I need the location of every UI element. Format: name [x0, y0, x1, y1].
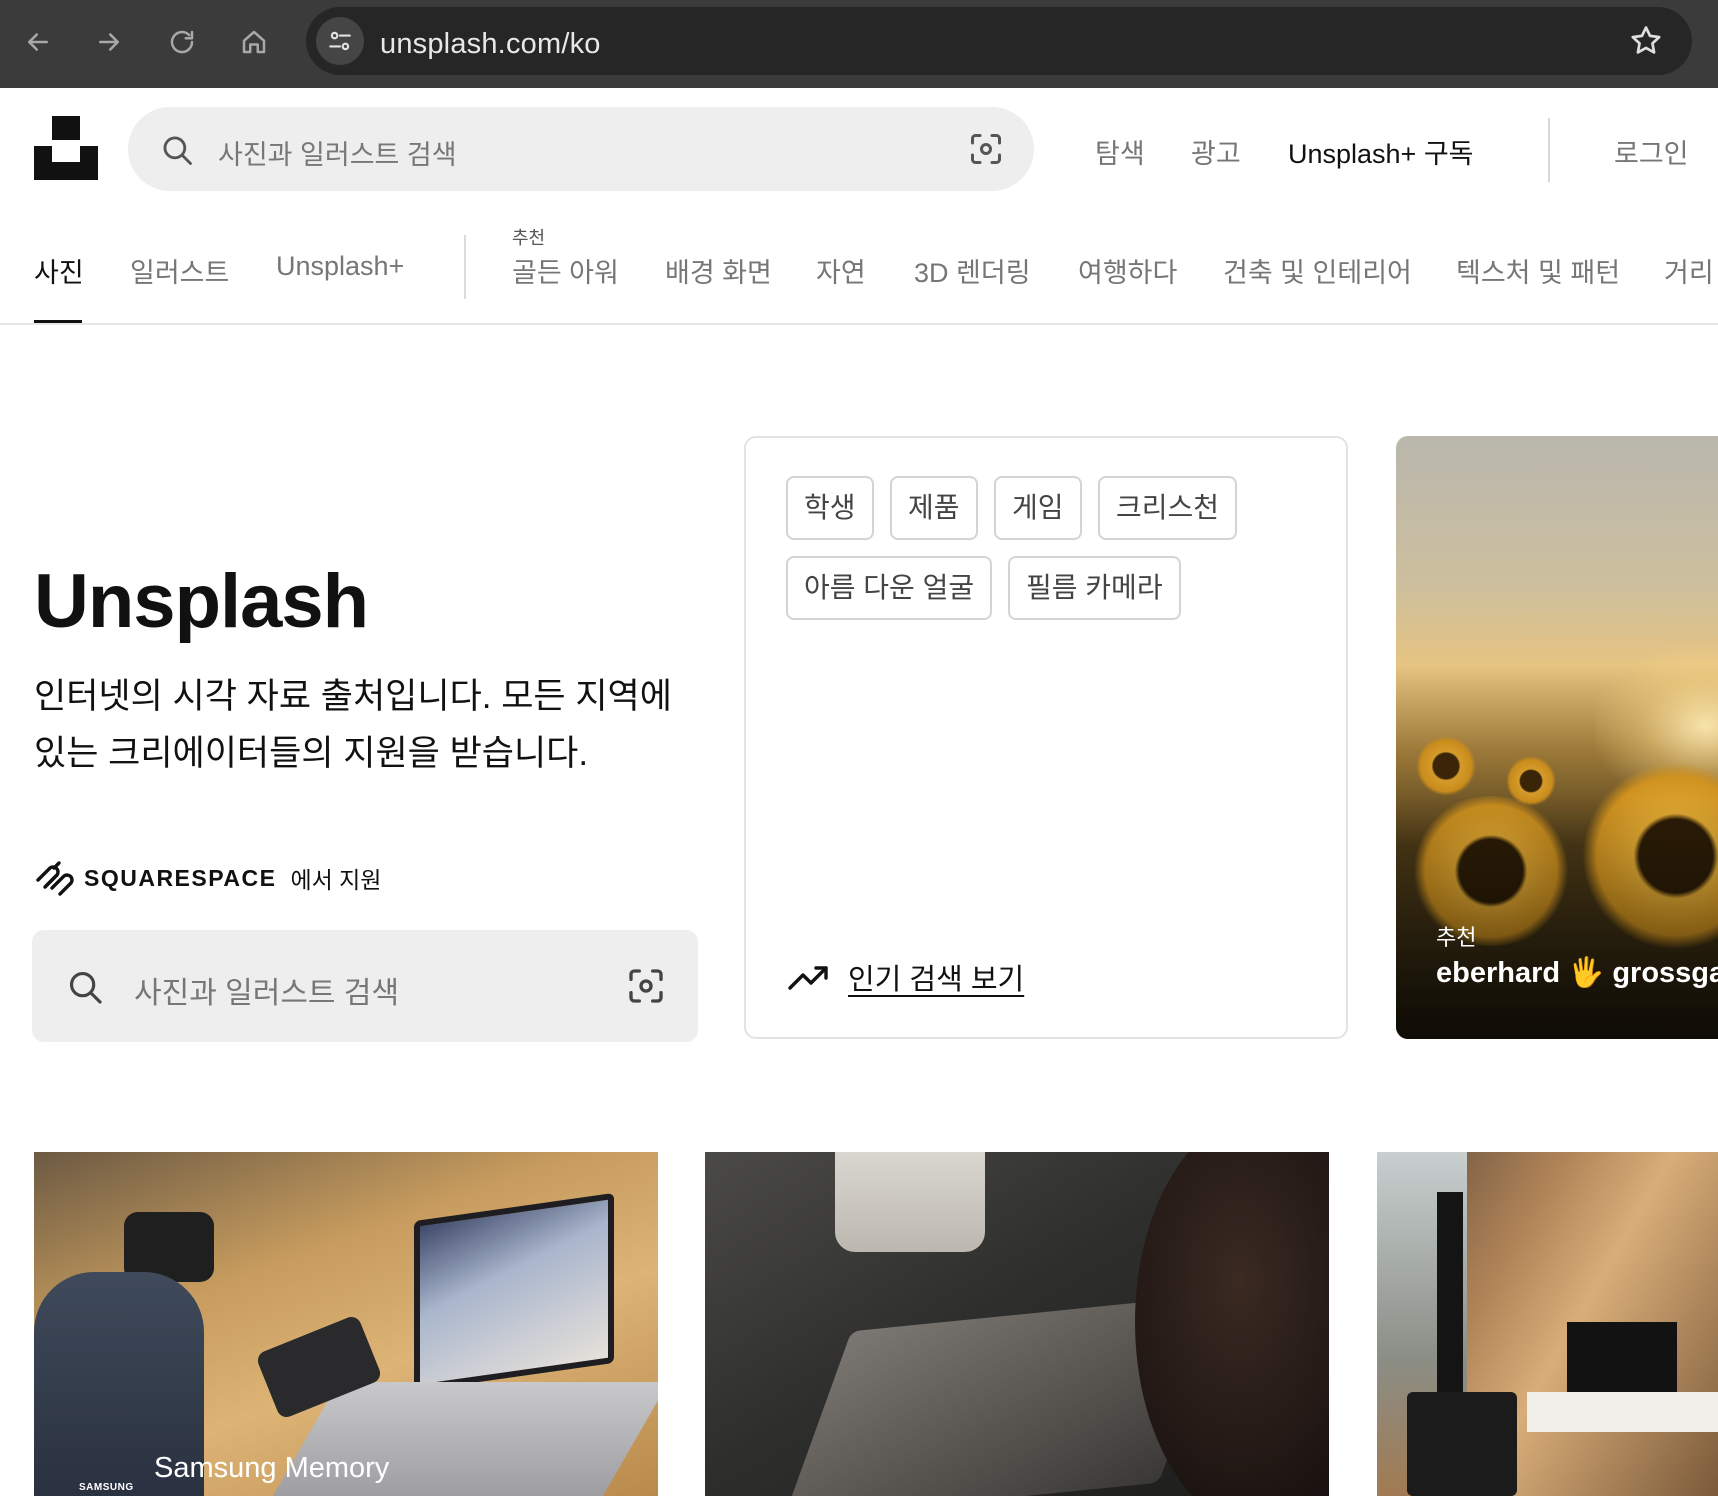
photo-tile[interactable] — [705, 1152, 1329, 1496]
reload-icon — [170, 30, 194, 54]
search-icon[interactable] — [160, 133, 194, 167]
cup-image — [835, 1152, 985, 1252]
tab-topic-street[interactable]: 거리 — [1664, 251, 1714, 290]
tab-topic-golden-hour[interactable]: 골든 아워 — [512, 251, 619, 290]
hero-subtitle: 인터넷의 시각 자료 출처입니다. 모든 지역에 있는 크리에이터들의 지원을 … — [34, 677, 672, 773]
trending-up-icon — [788, 966, 828, 990]
tune-icon — [329, 31, 351, 51]
featured-kicker: 추천 — [1436, 925, 1477, 950]
photo-tile[interactable] — [1377, 1152, 1718, 1496]
trending-searches-card: 학생 제품 게임 크리스천 아름 다운 얼굴 필름 카메라 인기 검색 보기 — [744, 436, 1348, 1039]
nav-unsplash-plus-link[interactable]: Unsplash+ 구독 — [1288, 132, 1474, 171]
featured-topic-kicker: 추천 — [512, 228, 546, 248]
back-button[interactable] — [16, 20, 60, 64]
browser-toolbar: unsplash.com/ko — [0, 0, 1718, 88]
tabs-border — [0, 323, 1718, 325]
hero-title: Unsplash — [34, 559, 369, 644]
squarespace-logo-icon — [36, 861, 74, 896]
header-search-bar[interactable]: 사진과 일러스트 검색 — [128, 107, 1034, 191]
url-text[interactable]: unsplash.com/ko — [380, 28, 601, 61]
address-bar[interactable]: unsplash.com/ko — [306, 7, 1692, 75]
tab-topic-nature[interactable]: 자연 — [816, 251, 866, 290]
sponsor-name: SQUARESPACE — [84, 864, 277, 891]
tab-topic-travel[interactable]: 여행하다 — [1078, 251, 1177, 290]
sponsor-badge[interactable]: SQUARESPACE 에서 지원 — [34, 860, 381, 896]
tab-illustrations[interactable]: 일러스트 — [130, 251, 229, 290]
search-icon[interactable] — [66, 968, 104, 1006]
photo-shade — [1396, 796, 1718, 1039]
photo-tile[interactable]: SAMSUNG Samsung Memory — [34, 1152, 658, 1496]
view-trending-link[interactable]: 인기 검색 보기 — [788, 956, 1024, 998]
home-icon — [242, 30, 266, 54]
arrow-right-icon — [99, 33, 119, 51]
tab-topic-wallpapers[interactable]: 배경 화면 — [665, 251, 772, 290]
tab-topic-textures[interactable]: 텍스처 및 패턴 — [1456, 251, 1620, 290]
tabs-divider — [464, 235, 466, 299]
forward-button[interactable] — [87, 20, 131, 64]
sponsor-suffix: 에서 지원 — [290, 867, 382, 893]
visual-search-icon[interactable] — [968, 131, 1004, 167]
hair-image — [1135, 1152, 1329, 1496]
hero-search-bar[interactable]: 사진과 일러스트 검색 — [32, 930, 698, 1042]
hero-search-placeholder[interactable]: 사진과 일러스트 검색 — [134, 968, 399, 1012]
header-divider — [1548, 118, 1550, 182]
trending-chip[interactable]: 게임 — [994, 476, 1082, 540]
nav-advertise-link[interactable]: 광고 — [1191, 132, 1241, 171]
tv-stand-image — [1527, 1392, 1718, 1432]
home-button[interactable] — [232, 20, 276, 64]
sunflower-image — [1416, 736, 1476, 796]
tab-topic-3d-renders[interactable]: 3D 렌더링 — [914, 251, 1031, 290]
trending-chip[interactable]: 필름 카메라 — [1008, 556, 1181, 620]
visual-search-icon[interactable] — [626, 966, 666, 1006]
tab-topic-architecture[interactable]: 건축 및 인테리어 — [1223, 251, 1412, 290]
unsplash-logo-icon[interactable] — [34, 116, 98, 180]
trending-chip[interactable]: 크리스천 — [1098, 476, 1238, 540]
sponsor-brand-mark: SAMSUNG — [79, 1482, 134, 1493]
photo-sponsor-label[interactable]: Samsung Memory — [154, 1452, 389, 1485]
trending-chip[interactable]: 아름 다운 얼굴 — [786, 556, 993, 620]
laptop-screen-image — [414, 1192, 614, 1392]
bookmark-star-icon[interactable] — [1628, 23, 1664, 59]
featured-author[interactable]: eberhard 🖐 grossgasteiger — [1436, 956, 1718, 990]
login-link[interactable]: 로그인 — [1614, 132, 1689, 171]
reload-button[interactable] — [160, 20, 204, 64]
stove-pipe-image — [1437, 1192, 1463, 1422]
trending-chip[interactable]: 제품 — [890, 476, 978, 540]
header-search-placeholder[interactable]: 사진과 일러스트 검색 — [218, 133, 457, 172]
site-info-button[interactable] — [316, 17, 364, 65]
view-trending-text[interactable]: 인기 검색 보기 — [848, 956, 1024, 998]
nav-explore-link[interactable]: 탐색 — [1095, 132, 1145, 171]
trending-chip[interactable]: 학생 — [786, 476, 874, 540]
featured-photo-card[interactable]: 추천 eberhard 🖐 grossgasteiger — [1396, 436, 1718, 1039]
tab-unsplash-plus[interactable]: Unsplash+ — [276, 251, 404, 282]
tab-photos[interactable]: 사진 — [34, 251, 84, 290]
tv-image — [1567, 1322, 1677, 1392]
arrow-left-icon — [28, 33, 48, 51]
stove-image — [1407, 1392, 1517, 1496]
